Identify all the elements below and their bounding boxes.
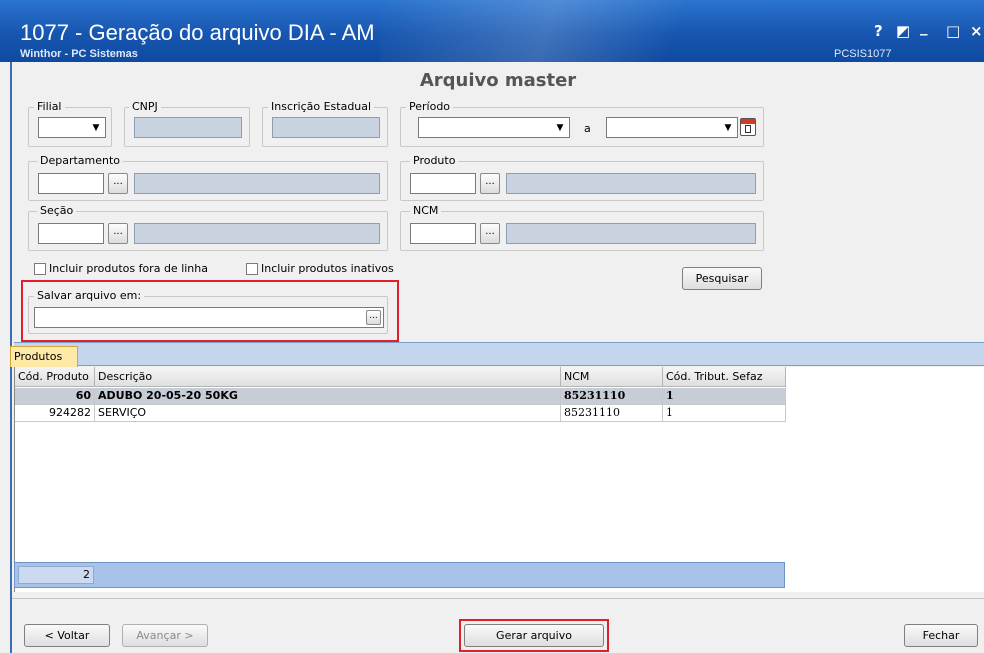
produto-label: Produto (410, 154, 459, 167)
cnpj-field (134, 117, 242, 138)
cell-tribut: 1 (663, 388, 786, 405)
filial-select[interactable]: ▼ (38, 117, 106, 138)
secao-code-input[interactable] (38, 223, 104, 244)
ie-label: Inscrição Estadual (268, 100, 375, 113)
panel-title: Arquivo master (419, 70, 577, 91)
cell-ncm: 85231110 (561, 405, 663, 422)
cell-descricao: SERVIÇO (95, 405, 561, 422)
ie-field (272, 117, 380, 138)
window-title: 1077 - Geração do arquivo DIA - AM (20, 20, 375, 45)
record-count: 2 (18, 566, 94, 584)
produto-code-input[interactable] (410, 173, 476, 194)
title-bar: 1077 - Geração do arquivo DIA - AM Winth… (0, 0, 984, 62)
table-row[interactable]: 60 ADUBO 20-05-20 50KG 85231110 1 (15, 388, 786, 405)
departamento-label: Departamento (37, 154, 124, 167)
secao-description-field (134, 223, 380, 244)
column-header-descricao[interactable]: Descrição (95, 367, 561, 387)
table-row[interactable]: 924282 SERVIÇO 85231110 1 (15, 405, 786, 422)
title-bar-sheen (380, 0, 800, 62)
chevron-down-icon: ▼ (724, 122, 732, 133)
close-button[interactable]: × (970, 22, 983, 40)
calendar-icon[interactable] (740, 118, 756, 136)
tab-strip (14, 342, 984, 366)
window-code: PCSIS1077 (834, 48, 892, 60)
ncm-label: NCM (410, 204, 442, 217)
secao-label: Seção (37, 204, 77, 217)
cell-codigo: 924282 (15, 405, 95, 422)
departamento-code-input[interactable] (38, 173, 104, 194)
minimize-button[interactable]: _ (920, 18, 928, 36)
fora-de-linha-checkbox[interactable] (34, 263, 46, 275)
column-header-tribut[interactable]: Cód. Tribut. Sefaz (663, 367, 786, 387)
products-grid: Cód. Produto Descrição NCM Cód. Tribut. … (14, 367, 984, 592)
maximize-button[interactable]: □ (946, 22, 960, 40)
voltar-button[interactable]: < Voltar (24, 624, 110, 647)
chevron-down-icon: ▼ (556, 122, 564, 133)
fora-de-linha-label: Incluir produtos fora de linha (49, 262, 208, 275)
cell-descricao: ADUBO 20-05-20 50KG (95, 388, 561, 405)
ncm-code-input[interactable] (410, 223, 476, 244)
produto-lookup-button[interactable]: ... (480, 173, 500, 194)
chevron-down-icon: ▼ (92, 122, 100, 133)
column-header-ncm[interactable]: NCM (561, 367, 663, 387)
tab-produtos[interactable]: Produtos (10, 346, 78, 367)
inativos-checkbox[interactable] (246, 263, 258, 275)
pesquisar-button[interactable]: Pesquisar (682, 267, 762, 290)
fechar-button[interactable]: Fechar (904, 624, 978, 647)
periodo-label: Período (406, 100, 454, 113)
departamento-lookup-button[interactable]: ... (108, 173, 128, 194)
periodo-to-select[interactable]: ▼ (606, 117, 738, 138)
cell-ncm: 85231110 (561, 388, 663, 405)
cell-tribut: 1 (663, 405, 786, 422)
ncm-description-field (506, 223, 756, 244)
avancar-button[interactable]: Avançar > (122, 624, 208, 647)
inativos-label: Incluir produtos inativos (261, 262, 394, 275)
restore-icon[interactable]: ◩ (896, 22, 910, 40)
column-header-codigo[interactable]: Cód. Produto (15, 367, 95, 387)
window-subtitle: Winthor - PC Sistemas (20, 48, 138, 60)
salvar-highlight (21, 280, 399, 342)
periodo-from-select[interactable]: ▼ (418, 117, 570, 138)
cell-codigo: 60 (15, 388, 95, 405)
cnpj-label: CNPJ (129, 100, 161, 113)
secao-lookup-button[interactable]: ... (108, 223, 128, 244)
periodo-separator: a (584, 122, 591, 135)
produto-description-field (506, 173, 756, 194)
grid-footer: 2 (14, 562, 785, 588)
gerar-highlight (459, 619, 609, 652)
filial-label: Filial (34, 100, 65, 113)
departamento-description-field (134, 173, 380, 194)
ncm-lookup-button[interactable]: ... (480, 223, 500, 244)
help-button[interactable]: ? (874, 22, 883, 40)
